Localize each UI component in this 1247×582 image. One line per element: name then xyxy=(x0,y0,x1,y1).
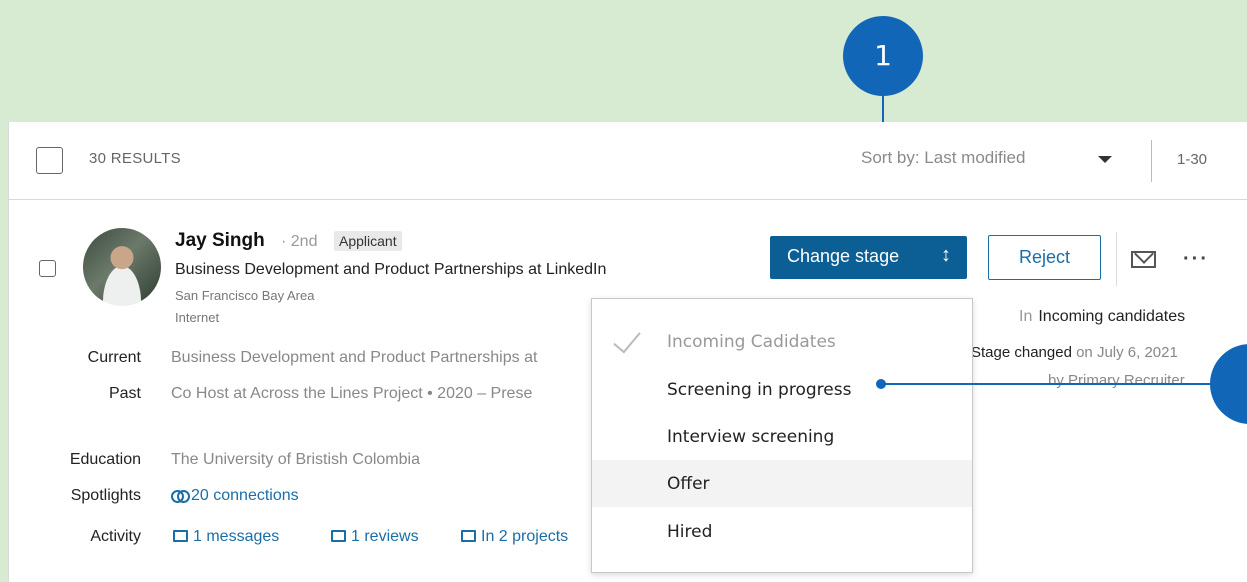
change-stage-button[interactable]: Change stage ↕ xyxy=(770,236,967,279)
menu-item-label: Screening in progress xyxy=(667,380,852,400)
reviews-link[interactable]: 1 reviews xyxy=(331,528,419,546)
stage-in-label: In xyxy=(1019,308,1033,325)
spotlights-link[interactable]: 20 connections xyxy=(171,487,299,505)
education-value: The University of Bristish Colombia xyxy=(171,451,420,468)
candidate-name[interactable]: Jay Singh xyxy=(175,230,265,252)
past-label: Past xyxy=(108,385,141,402)
sort-dropdown[interactable]: Sort by: Last modified xyxy=(861,148,1025,168)
connection-degree: · 2nd xyxy=(281,233,318,250)
change-stage-label: Change stage xyxy=(787,246,900,266)
chevron-down-icon[interactable] xyxy=(1098,156,1112,163)
education-label: Education xyxy=(69,451,141,468)
results-toolbar: 30 RESULTS Sort by: Last modified 1-30 xyxy=(9,122,1247,200)
candidate-headline: Business Development and Product Partner… xyxy=(175,261,607,278)
projects-value: In 2 projects xyxy=(481,528,569,545)
menu-item-screening-in-progress[interactable]: Screening in progress xyxy=(592,366,972,413)
applicant-badge: Applicant xyxy=(334,231,402,251)
mail-icon[interactable] xyxy=(1131,251,1156,268)
folder-icon xyxy=(461,530,476,542)
stage-changed-label: Stage changed xyxy=(971,344,1072,361)
candidate-location: San Francisco Bay Area xyxy=(175,288,315,303)
menu-item-label: Hired xyxy=(667,522,713,542)
messages-value: 1 messages xyxy=(193,528,280,545)
stage-changed-by: by Primary Recruiter xyxy=(1048,372,1185,389)
activity-label: Activity xyxy=(90,528,141,545)
reviews-value: 1 reviews xyxy=(351,528,419,545)
current-label: Current xyxy=(87,349,141,366)
candidate-select-checkbox[interactable] xyxy=(39,260,56,277)
results-count: 30 RESULTS xyxy=(89,150,181,167)
past-value: Co Host at Across the Lines Project • 20… xyxy=(171,385,533,402)
menu-item-label: Interview screening xyxy=(667,427,835,447)
results-range: 1-30 xyxy=(1177,151,1208,168)
current-stage: In Incoming candidates xyxy=(1019,308,1185,326)
menu-item-offer[interactable]: Offer xyxy=(592,460,972,507)
spotlights-label: Spotlights xyxy=(70,487,141,504)
toolbar-divider xyxy=(1151,140,1152,182)
stage-changed-info: Stage changed on July 6, 2021 xyxy=(971,344,1178,361)
stage-changed-date: on July 6, 2021 xyxy=(1071,344,1178,361)
up-down-arrow-icon: ↕ xyxy=(941,244,951,266)
projects-link[interactable]: In 2 projects xyxy=(461,528,568,546)
menu-item-interview-screening[interactable]: Interview screening xyxy=(592,413,972,460)
reviews-icon xyxy=(331,530,346,542)
menu-item-hired[interactable]: Hired xyxy=(592,508,972,555)
avatar[interactable] xyxy=(83,228,161,306)
action-divider xyxy=(1116,232,1117,286)
connections-icon xyxy=(171,490,190,503)
reject-button[interactable]: Reject xyxy=(988,235,1101,280)
messages-link[interactable]: 1 messages xyxy=(173,528,279,546)
more-options-icon[interactable]: ··· xyxy=(1183,248,1209,271)
callout-marker-1: 1 xyxy=(843,16,923,96)
change-stage-menu: Incoming Cadidates Screening in progress… xyxy=(591,298,973,573)
menu-item-incoming-candidates: Incoming Cadidates xyxy=(592,318,972,365)
menu-item-label: Offer xyxy=(667,474,710,494)
stage-in-value: Incoming candidates xyxy=(1038,308,1186,325)
menu-item-label: Incoming Cadidates xyxy=(667,332,836,352)
callout-leader-line-2 xyxy=(880,383,1212,385)
candidate-industry: Internet xyxy=(175,310,220,325)
current-value: Business Development and Product Partner… xyxy=(171,349,538,366)
select-all-checkbox[interactable] xyxy=(36,147,63,174)
spotlights-value: 20 connections xyxy=(191,487,299,504)
messages-icon xyxy=(173,530,188,542)
candidate-results-panel: 30 RESULTS Sort by: Last modified 1-30 J… xyxy=(8,122,1247,582)
checkmark-icon xyxy=(613,324,641,354)
